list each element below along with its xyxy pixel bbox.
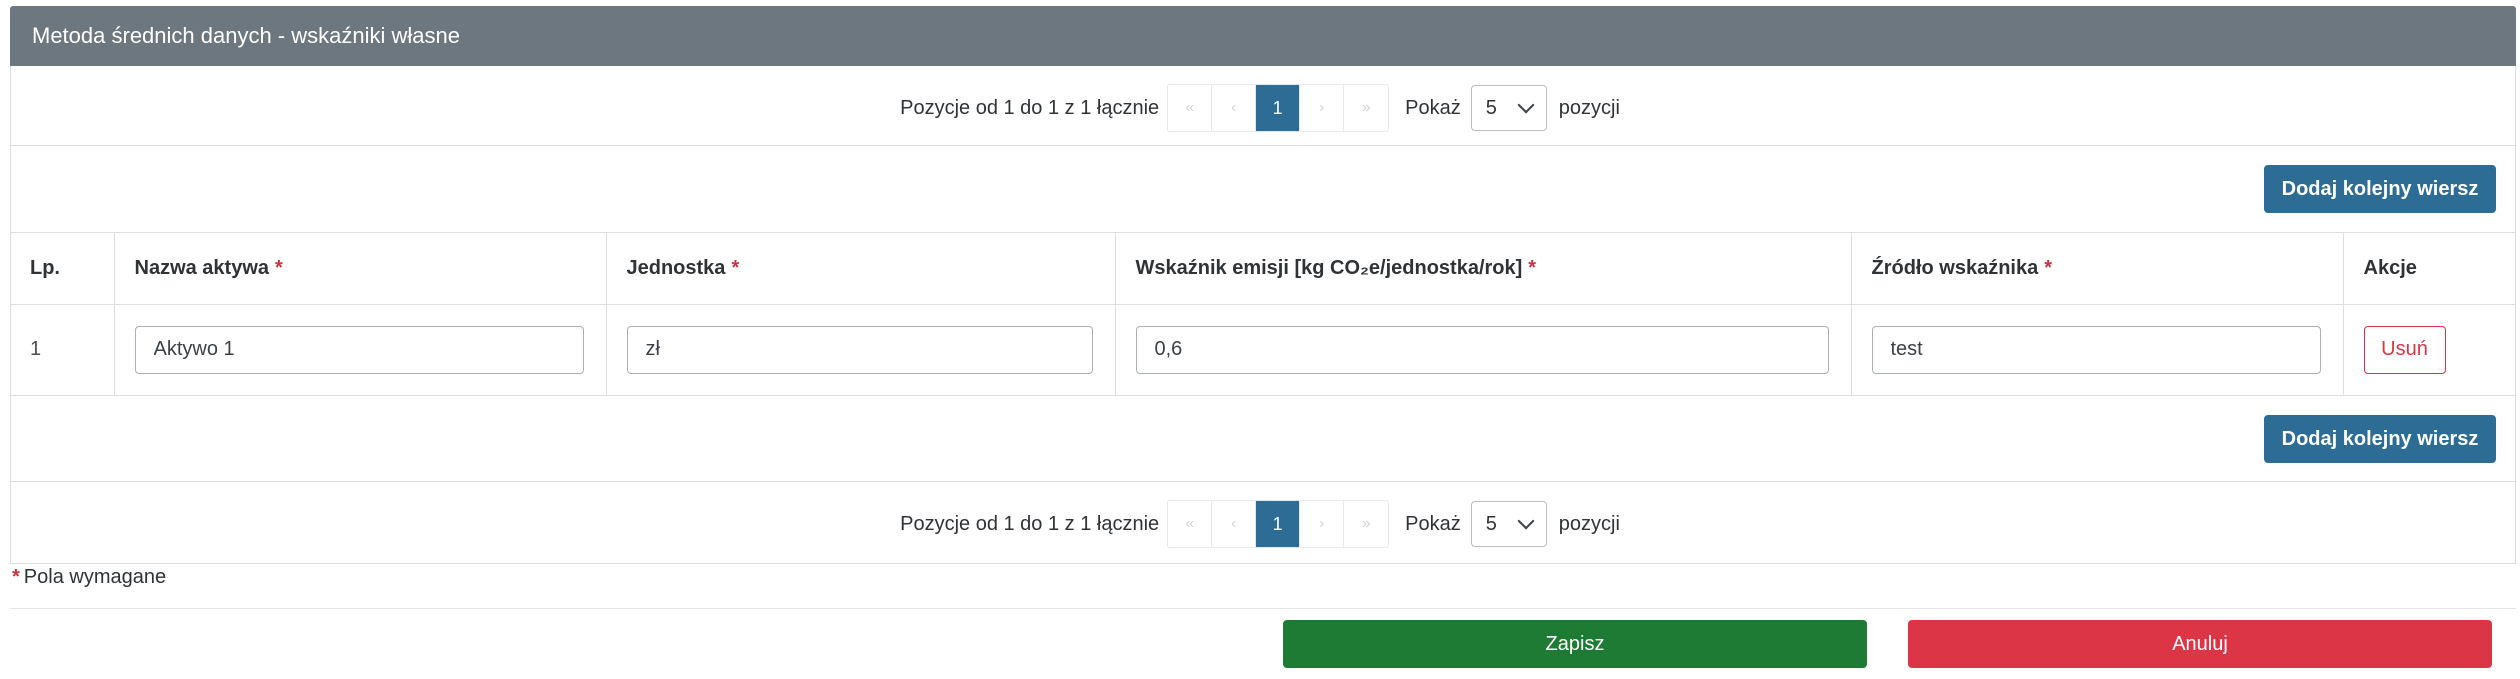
column-header-name: Nazwa aktywa * — [114, 232, 607, 305]
table-row: 1 Usuń — [10, 304, 2516, 395]
required-mark: * — [275, 257, 283, 279]
delete-row-button[interactable]: Usuń — [2363, 325, 2446, 374]
page-button[interactable]: 1 — [1256, 501, 1301, 547]
column-header-actions: Akcje — [2343, 232, 2516, 305]
page-size-select[interactable]: 5 — [1470, 501, 1547, 547]
required-mark: * — [1528, 257, 1537, 279]
save-button[interactable]: Zapisz — [1283, 620, 1867, 668]
divider — [10, 481, 2516, 482]
required-mark: * — [2044, 257, 2053, 279]
panel-title: Metoda średnich danych - wskaźniki własn… — [10, 6, 2516, 66]
divider — [10, 145, 2516, 146]
prev-page-button[interactable]: ‹ — [1212, 85, 1257, 131]
prev-page-button[interactable]: ‹ — [1212, 501, 1257, 547]
last-page-button[interactable]: » — [1344, 501, 1389, 547]
table-header-row: Lp. Nazwa aktywa * Jednostka * Wskaźnik em… — [10, 232, 2516, 305]
page-button[interactable]: 1 — [1256, 85, 1301, 131]
column-header-factor: Wskaźnik emisji [kg CO₂e/jednostka/rok] * — [1115, 232, 1852, 305]
divider — [10, 395, 2516, 396]
divider — [10, 608, 2516, 609]
page-size-select[interactable]: 5 — [1470, 85, 1547, 131]
column-header-source: Źródło wskaźnika * — [1851, 232, 2344, 305]
required-fields-note: * Pola wymagane — [12, 566, 166, 589]
cancel-button[interactable]: Anuluj — [1908, 620, 2492, 668]
pager-info: Pozycje od 1 do 1 z 1 łącznie — [900, 96, 1160, 119]
emission-factor-input[interactable] — [1135, 325, 1829, 374]
row-number: 1 — [10, 304, 115, 395]
page-size-suffix: pozycji — [1558, 512, 1620, 535]
chevron-down-icon — [1517, 96, 1535, 114]
required-fields-text: Pola wymagane — [23, 566, 167, 588]
next-page-button[interactable]: › — [1300, 501, 1345, 547]
chevron-down-icon — [1517, 512, 1535, 530]
column-header-unit: Jednostka * — [606, 232, 1116, 305]
page-size-label: Pokaż — [1405, 512, 1461, 535]
first-page-button[interactable]: « — [1168, 501, 1213, 547]
last-page-button[interactable]: » — [1344, 85, 1389, 131]
column-header-lp: Lp. — [10, 232, 115, 305]
page-size-label: Pokaż — [1405, 96, 1461, 119]
next-page-button[interactable]: › — [1300, 85, 1345, 131]
first-page-button[interactable]: « — [1168, 85, 1213, 131]
asset-name-input[interactable] — [134, 325, 584, 374]
factor-source-input[interactable] — [1871, 325, 2321, 374]
pager-info: Pozycje od 1 do 1 z 1 łącznie — [900, 512, 1160, 535]
pager-bottom: Pozycje od 1 do 1 z 1 łącznie « ‹ 1 › » … — [0, 500, 2520, 548]
pager-top: Pozycje od 1 do 1 z 1 łącznie « ‹ 1 › » … — [0, 84, 2520, 132]
pagination: « ‹ 1 › » — [1167, 500, 1390, 548]
page-size-value: 5 — [1485, 512, 1497, 535]
required-mark: * — [731, 257, 740, 279]
add-row-button-top[interactable]: Dodaj kolejny wiersz — [2264, 165, 2496, 213]
page-size-suffix: pozycji — [1558, 96, 1620, 119]
required-mark: * — [12, 566, 20, 588]
page-size-value: 5 — [1485, 96, 1497, 119]
pagination: « ‹ 1 › » — [1167, 84, 1390, 132]
unit-input[interactable] — [626, 325, 1093, 374]
add-row-button-bottom[interactable]: Dodaj kolejny wiersz — [2264, 415, 2496, 463]
data-table: Lp. Nazwa aktywa * Jednostka * Wskaźnik em… — [10, 232, 2516, 395]
